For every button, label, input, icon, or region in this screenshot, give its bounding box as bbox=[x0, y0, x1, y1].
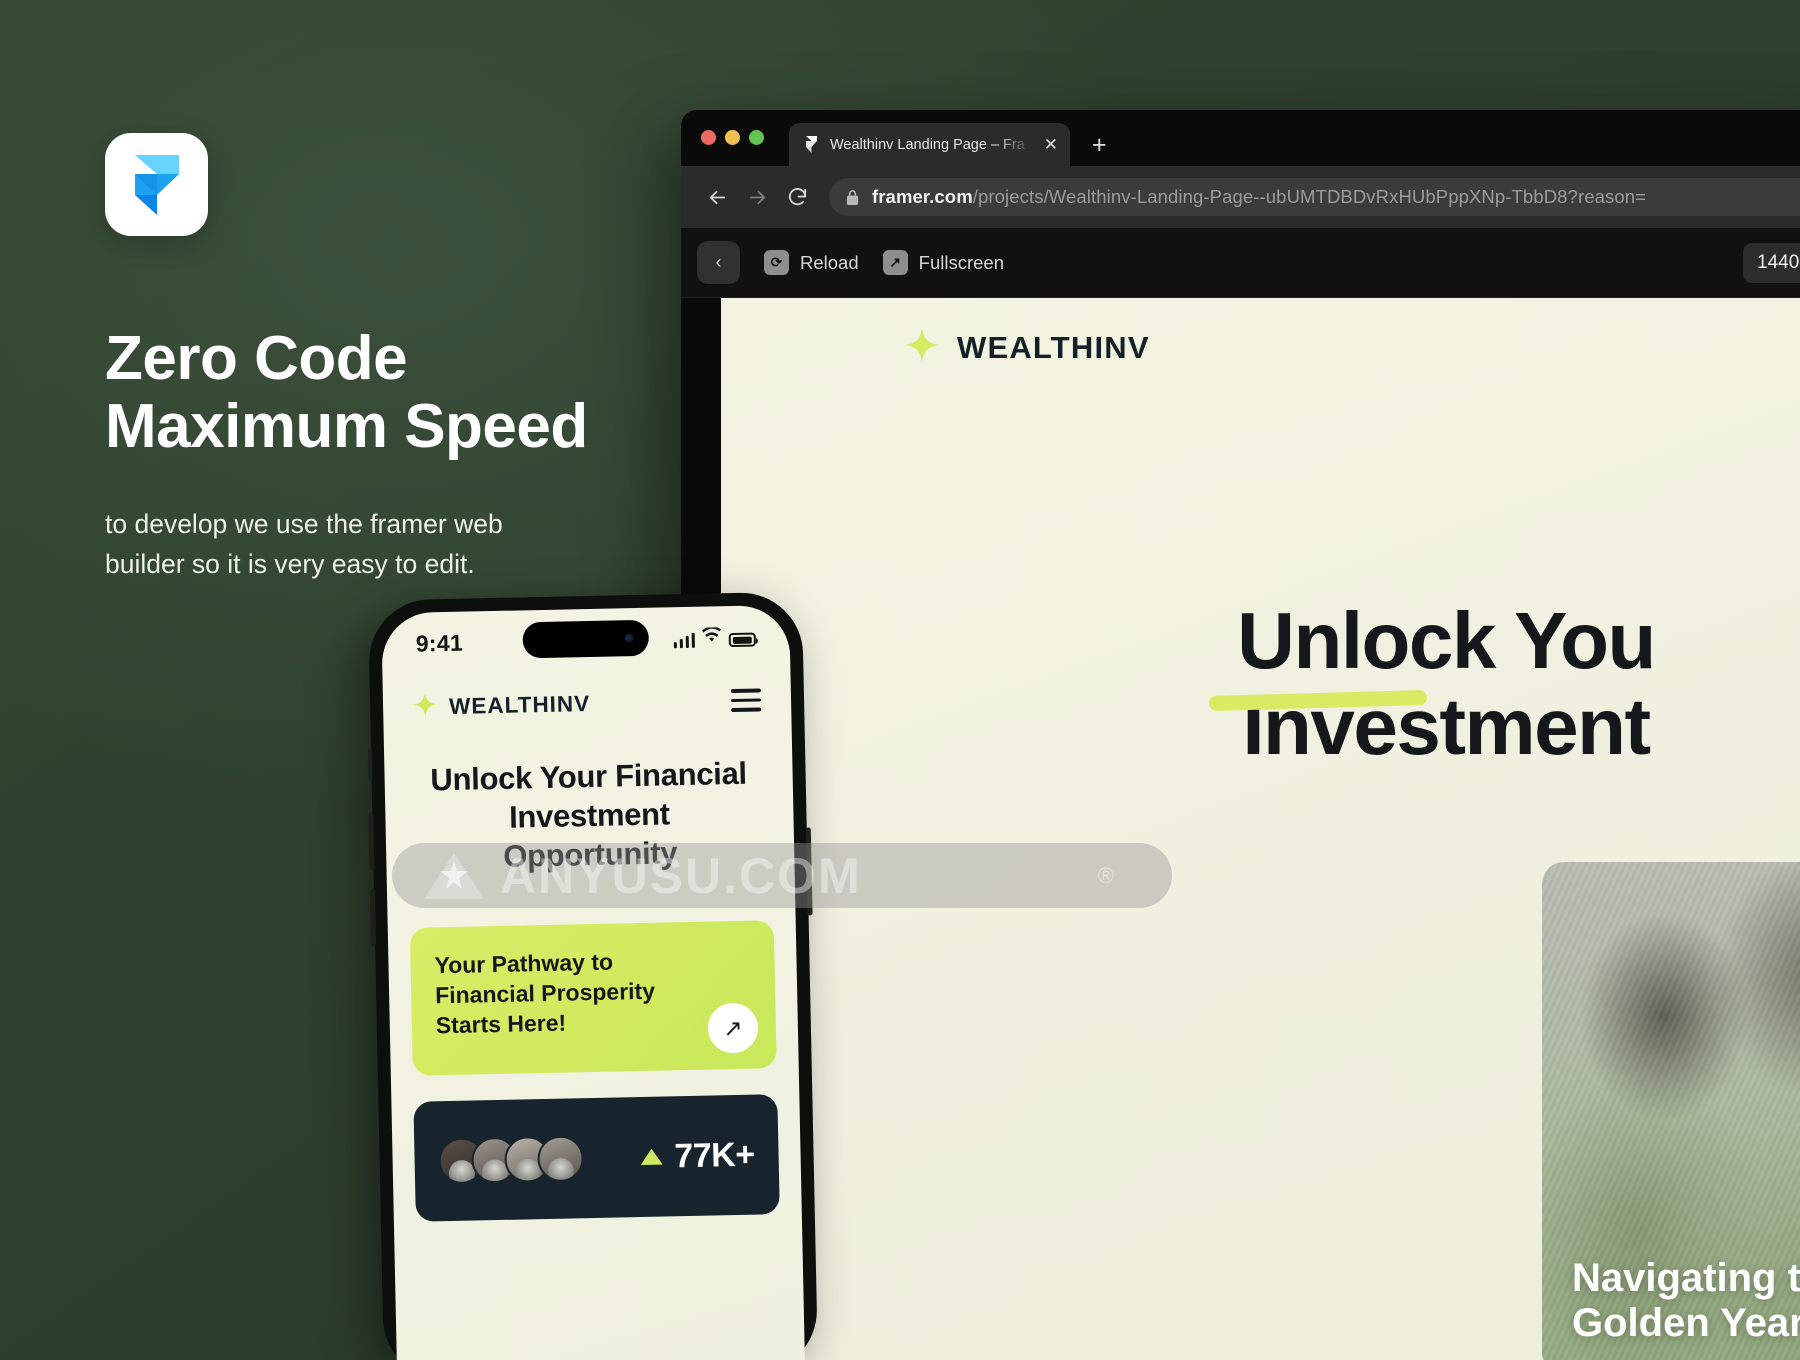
status-bar-indicators bbox=[673, 626, 756, 649]
cellular-signal-icon bbox=[673, 632, 695, 649]
sparkle-icon bbox=[905, 328, 939, 367]
url-domain: framer.com bbox=[872, 186, 973, 207]
forward-icon[interactable] bbox=[737, 177, 777, 217]
photo-caption-line-2: Golden Years bbox=[1572, 1300, 1800, 1345]
phone-hero-heading: Unlock Your Financial Investment Opportu… bbox=[410, 754, 768, 878]
avatar bbox=[537, 1135, 585, 1183]
photo-card-caption: Navigating the Golden Years bbox=[1572, 1256, 1800, 1346]
phone-avatars bbox=[438, 1135, 585, 1185]
page-subtitle: to develop we use the framer web builder… bbox=[105, 505, 605, 583]
reload-square-icon: ⟳ bbox=[764, 250, 789, 275]
phone-hero-line-3: Opportunity bbox=[412, 832, 769, 878]
dynamic-island bbox=[522, 619, 650, 659]
back-icon[interactable] bbox=[697, 177, 737, 217]
phone-stat-value: 77K+ bbox=[673, 1135, 755, 1176]
site-hero-heading: Unlock You Investment bbox=[721, 596, 1800, 771]
lock-icon bbox=[845, 189, 860, 206]
status-bar-time: 9:41 bbox=[415, 629, 464, 657]
phone-volume-up-button[interactable] bbox=[368, 812, 375, 871]
phone-mute-switch[interactable] bbox=[367, 748, 373, 781]
preview-width-value: 1440 bbox=[1757, 251, 1800, 273]
site-brand-text: WEALTHINV bbox=[957, 329, 1150, 365]
phone-mockup: 9:41 WEALTHINV Unlock Your Financial Inv… bbox=[367, 591, 819, 1360]
url-path: /projects/Wealthinv-Landing-Page--ubUMTD… bbox=[972, 186, 1647, 207]
reload-preview-button[interactable]: ⟳ Reload bbox=[764, 250, 859, 275]
site-preview-canvas: WEALTHINV Ab Unlock You Investment ↗ Nav… bbox=[721, 298, 1800, 1360]
phone-lime-card-text: Your Pathway to Financial Prosperity Sta… bbox=[434, 945, 752, 1041]
browser-tab[interactable]: Wealthinv Landing Page – Fra ✕ bbox=[789, 123, 1070, 166]
fullscreen-label: Fullscreen bbox=[918, 251, 1004, 273]
arrow-up-right-icon[interactable]: ↗ bbox=[707, 1002, 759, 1054]
framer-logo-tile bbox=[105, 133, 208, 236]
preview-width-field[interactable]: 1440 w bbox=[1743, 242, 1800, 283]
phone-status-bar: 9:41 bbox=[381, 605, 790, 676]
browser-toolbar: framer.com/projects/Wealthinv-Landing-Pa… bbox=[681, 166, 1800, 228]
fullscreen-button[interactable]: ↗ Fullscreen bbox=[882, 250, 1004, 275]
phone-brand[interactable]: WEALTHINV bbox=[413, 689, 591, 722]
zoom-window-button[interactable] bbox=[749, 130, 764, 145]
subcopy-line-2: builder so it is very easy to edit. bbox=[105, 548, 475, 579]
photo-caption-line-1: Navigating the bbox=[1572, 1255, 1800, 1300]
phone-lime-line-3: Starts Here! bbox=[435, 1009, 567, 1039]
site-hero: Unlock You Investment bbox=[721, 596, 1800, 771]
phone-brand-text: WEALTHINV bbox=[448, 690, 591, 719]
browser-window: Wealthinv Landing Page – Fra ✕ + framer.… bbox=[681, 110, 1800, 1360]
close-window-button[interactable] bbox=[701, 130, 716, 145]
phone-hero-text-2: Investment bbox=[508, 796, 671, 835]
phone-frame: 9:41 WEALTHINV Unlock Your Financial Inv… bbox=[367, 591, 819, 1360]
address-bar[interactable]: framer.com/projects/Wealthinv-Landing-Pa… bbox=[829, 178, 1800, 216]
phone-volume-down-button[interactable] bbox=[369, 888, 377, 947]
window-controls[interactable] bbox=[701, 130, 764, 145]
preview-back-button[interactable]: ‹ bbox=[697, 241, 740, 284]
battery-icon bbox=[728, 632, 756, 648]
close-tab-icon[interactable]: ✕ bbox=[1044, 136, 1058, 153]
phone-hero-text-3: Opportunity bbox=[502, 834, 678, 874]
sparkle-icon bbox=[413, 692, 438, 721]
hamburger-menu-icon[interactable] bbox=[730, 688, 762, 712]
headline-line-2: Maximum Speed bbox=[105, 392, 588, 462]
photo-card[interactable]: ↗ Navigating the Golden Years bbox=[1542, 862, 1800, 1360]
triangle-up-icon bbox=[640, 1148, 663, 1166]
new-tab-button[interactable]: + bbox=[1092, 133, 1107, 158]
wifi-icon bbox=[702, 626, 722, 647]
headline-line-1: Zero Code bbox=[105, 324, 408, 393]
reload-icon[interactable] bbox=[777, 177, 817, 217]
fullscreen-square-icon: ↗ bbox=[882, 250, 908, 275]
browser-tab-title: Wealthinv Landing Page – Fra bbox=[830, 136, 1025, 153]
phone-stat: 77K+ bbox=[640, 1135, 755, 1176]
phone-lime-cta-card[interactable]: Your Pathway to Financial Prosperity Sta… bbox=[409, 920, 777, 1077]
phone-hero-text-1: Unlock Your Financial bbox=[430, 755, 748, 798]
subcopy-line-1: to develop we use the framer web bbox=[105, 509, 503, 540]
phone-nav-bar: WEALTHINV bbox=[382, 667, 791, 723]
framer-logo-icon bbox=[132, 154, 182, 216]
browser-tab-strip: Wealthinv Landing Page – Fra ✕ + bbox=[681, 110, 1800, 166]
framer-preview-toolbar: ‹ ⟳ Reload ↗ Fullscreen 1440 w bbox=[681, 228, 1800, 298]
phone-screen: 9:41 WEALTHINV Unlock Your Financial Inv… bbox=[381, 604, 806, 1360]
page-title: Zero Code Maximum Speed bbox=[105, 324, 725, 462]
site-hero-line-1: Unlock You bbox=[1237, 596, 1656, 685]
minimize-window-button[interactable] bbox=[725, 130, 740, 145]
site-brand[interactable]: WEALTHINV bbox=[905, 328, 1150, 367]
left-intro-panel: Zero Code Maximum Speed to develop we us… bbox=[105, 133, 725, 584]
framer-favicon-icon bbox=[803, 136, 820, 153]
reload-preview-label: Reload bbox=[800, 251, 859, 273]
phone-stat-card[interactable]: 77K+ bbox=[413, 1094, 780, 1223]
phone-hero: Unlock Your Financial Investment Opportu… bbox=[383, 714, 794, 879]
address-bar-url: framer.com/projects/Wealthinv-Landing-Pa… bbox=[872, 186, 1646, 208]
